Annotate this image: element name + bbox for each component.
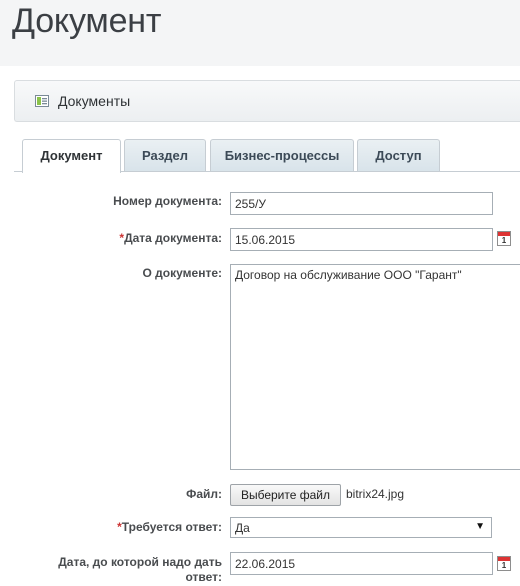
- tab-business-processes[interactable]: Бизнес-процессы: [210, 139, 354, 172]
- tab-section[interactable]: Раздел: [124, 139, 206, 172]
- active-tab-joiner: [23, 170, 120, 172]
- doc-date-input[interactable]: [230, 228, 493, 251]
- answer-calendar-icon[interactable]: 1: [497, 556, 511, 571]
- tab-document[interactable]: Документ: [22, 139, 121, 173]
- answer-date-label: Дата, до которой надо дать ответ:: [58, 555, 222, 584]
- document-list-icon: [35, 95, 49, 107]
- doc-number-input[interactable]: [230, 192, 493, 215]
- documents-toolbar: Документы: [14, 80, 520, 122]
- file-label: Файл:: [186, 487, 222, 501]
- tab-access[interactable]: Доступ: [357, 139, 440, 172]
- about-label: О документе:: [142, 266, 222, 280]
- answer-required-label: *Требуется ответ:: [117, 520, 222, 534]
- doc-number-label: Номер документа:: [113, 194, 222, 208]
- calendar-icon[interactable]: 1: [497, 231, 511, 246]
- documents-link[interactable]: Документы: [58, 93, 130, 109]
- answer-required-value: Да: [235, 521, 250, 535]
- choose-file-button[interactable]: Выберите файл: [230, 484, 341, 506]
- page-title: Документ: [12, 2, 162, 40]
- answer-date-input[interactable]: [230, 552, 493, 575]
- file-name: bitrix24.jpg: [346, 487, 405, 501]
- doc-date-label: *Дата документа:: [119, 231, 222, 245]
- calendar-day: 1: [501, 561, 507, 570]
- calendar-day: 1: [501, 236, 507, 245]
- answer-required-select[interactable]: Да ▼: [230, 517, 492, 538]
- dropdown-arrow-icon: ▼: [475, 521, 485, 532]
- page-header: Документ: [0, 0, 520, 66]
- about-textarea[interactable]: Договор на обслуживание ООО "Гарант": [230, 264, 520, 470]
